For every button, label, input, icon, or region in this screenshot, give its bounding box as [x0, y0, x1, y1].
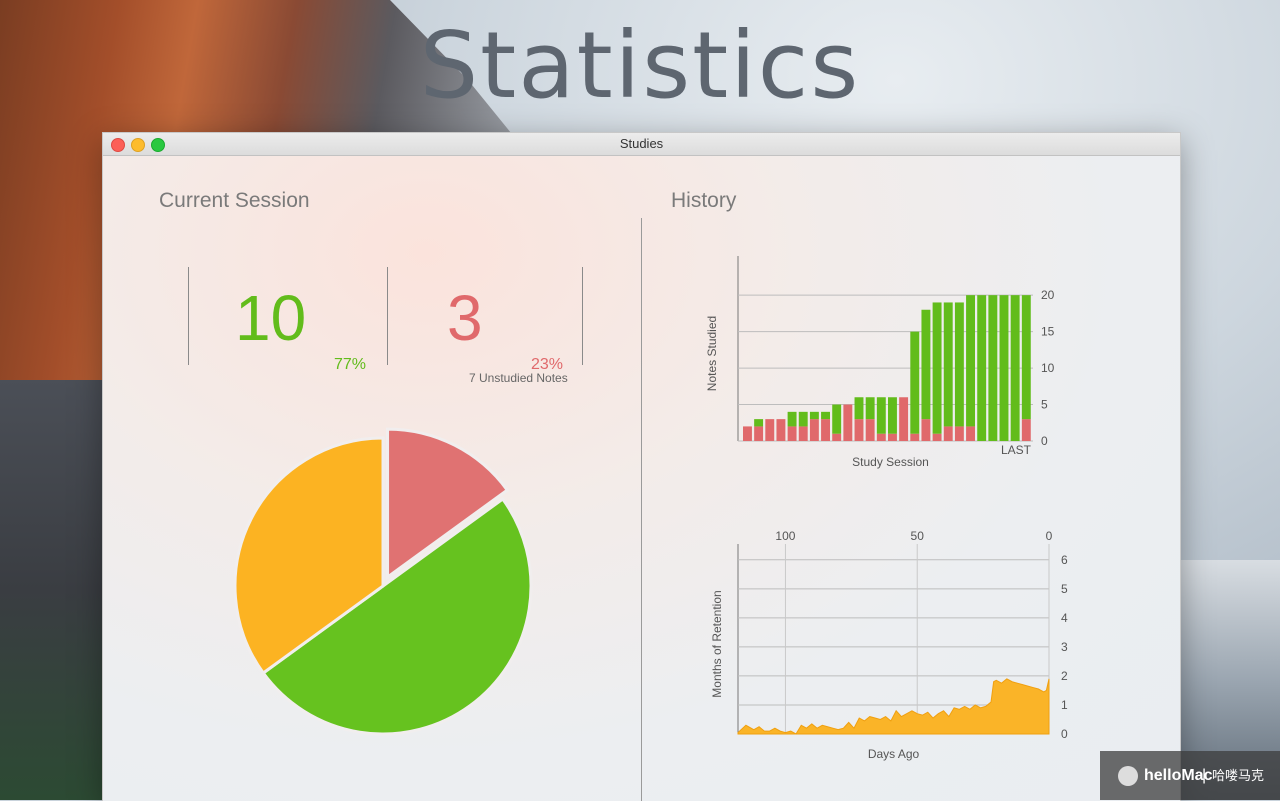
window-content: Current Session 10 77% 3 23% 7 Unstudied… [103, 156, 1180, 801]
bar-studied [921, 309, 931, 420]
hellomac-watermark: helloMac | 哈喽马克 [1100, 751, 1280, 800]
hellomac-logo-icon [1118, 766, 1138, 786]
bar-y-tick-label: 0 [1041, 434, 1048, 448]
bar-missed [865, 419, 875, 441]
bar-missed [899, 397, 909, 441]
history-title: History [671, 189, 737, 212]
bar-y-tick-label: 20 [1041, 288, 1055, 302]
bar-studied [876, 397, 886, 434]
bar-studied [854, 397, 864, 420]
bar-missed [798, 426, 808, 441]
area-y-tick-label: 6 [1061, 553, 1068, 567]
bar-studied [821, 411, 830, 420]
bar-studied [809, 411, 819, 420]
retention-chart: 0 1 2 3 4 5 6 100 50 0 Days Ago Months of Retention [710, 529, 1068, 761]
zoom-button[interactable] [151, 138, 165, 152]
bar-missed [776, 419, 786, 441]
area-y-tick-label: 4 [1061, 611, 1068, 625]
studied-count: 10 [235, 282, 307, 354]
bar-x-axis-title: Study Session [852, 455, 929, 469]
bar-missed [854, 419, 864, 441]
bar-missed [1021, 419, 1031, 441]
bar-studied [787, 411, 797, 427]
bar-missed [943, 426, 953, 441]
bar-missed [954, 426, 964, 441]
session-pie-chart [233, 427, 533, 736]
bar-studied [1021, 295, 1031, 420]
bar-missed [876, 433, 886, 441]
bar-missed [843, 404, 853, 441]
window-titlebar[interactable]: Studies [103, 133, 1180, 156]
bar-y-axis-title: Notes Studied [705, 316, 719, 391]
bar-studied [1010, 295, 1020, 441]
bar-studied [932, 302, 942, 434]
bar-studied [943, 302, 953, 427]
close-button[interactable] [111, 138, 125, 152]
page-heading: Statistics [419, 12, 861, 119]
bar-studied [910, 331, 920, 434]
area-y-tick-label: 5 [1061, 582, 1068, 596]
area-y-tick-label: 0 [1061, 727, 1068, 741]
bar-studied [988, 295, 998, 441]
bar-missed [832, 433, 842, 441]
bar-y-tick-label: 10 [1041, 361, 1055, 375]
bar-missed [743, 426, 752, 441]
area-y-axis-title: Months of Retention [710, 590, 724, 697]
area-x-axis-title: Days Ago [868, 747, 920, 761]
bar-studied [888, 397, 897, 434]
bar-studied [999, 295, 1009, 441]
bar-missed [809, 419, 819, 441]
studied-percent: 77% [334, 356, 367, 373]
area-x-tick-label: 50 [911, 529, 925, 543]
window-title: Studies [619, 136, 664, 151]
notes-studied-chart: 0 5 10 15 20 LAST Study Session Notes Studied [705, 256, 1055, 469]
stat-divider-middle [387, 267, 388, 365]
area-y-tick-label: 1 [1061, 698, 1068, 712]
bar-y-tick-label: 15 [1041, 325, 1055, 339]
bar-missed [932, 433, 942, 441]
stat-divider-right [582, 267, 583, 365]
unstudied-notes-label: 7 Unstudied Notes [469, 371, 568, 385]
bar-studied [865, 397, 875, 420]
bar-missed [821, 419, 830, 441]
stat-divider-left [188, 267, 189, 365]
bar-y-tick-label: 5 [1041, 398, 1048, 412]
bar-studied [832, 404, 842, 434]
bar-studied [954, 302, 964, 427]
area-x-tick-label: 100 [775, 529, 795, 543]
bar-studied [798, 411, 808, 427]
bar-missed [966, 426, 975, 441]
bar-studied [977, 295, 987, 441]
retention-area [737, 678, 1050, 735]
bar-missed [910, 433, 920, 441]
watermark-chinese: 哈喽马克 [1212, 768, 1265, 783]
minimize-button[interactable] [131, 138, 145, 152]
missed-count: 3 [447, 282, 483, 354]
bar-studied [966, 295, 975, 427]
bar-missed [921, 419, 931, 441]
bar-missed [888, 433, 897, 441]
studies-window: Studies Current Session 10 77% 3 23% 7 U… [102, 132, 1181, 801]
area-y-tick-label: 2 [1061, 669, 1068, 683]
current-session-title: Current Session [159, 189, 310, 212]
watermark-separator: | [1202, 767, 1207, 784]
area-y-tick-label: 3 [1061, 640, 1068, 654]
bar-missed [787, 426, 797, 441]
bar-missed [765, 419, 775, 441]
section-divider [641, 218, 642, 801]
bar-missed [754, 426, 764, 441]
bar-studied [754, 419, 764, 427]
area-x-tick-label: 0 [1046, 529, 1053, 543]
bar-last-label: LAST [1001, 443, 1032, 457]
